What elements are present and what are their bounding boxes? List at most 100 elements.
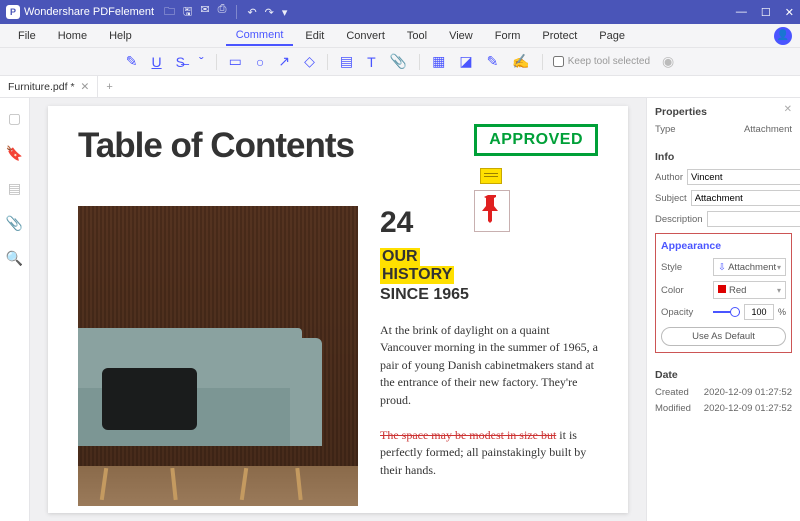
redo-icon[interactable]: ↷ bbox=[265, 6, 274, 19]
panel-close-icon[interactable]: ✕ bbox=[784, 104, 792, 115]
arrow-icon[interactable]: ↗ bbox=[276, 51, 292, 72]
menu-file[interactable]: File bbox=[8, 27, 46, 45]
hide-icon[interactable]: ◉ bbox=[660, 51, 676, 72]
textbox-icon[interactable]: T bbox=[365, 52, 378, 72]
divider bbox=[236, 5, 237, 19]
main-area: ▢ 🔖 ▤ 📎 🔍 Table of Contents APPROVED bbox=[0, 98, 800, 521]
minimize-icon[interactable]: — bbox=[736, 6, 747, 19]
logo-icon: P bbox=[6, 5, 20, 19]
paragraph-2: The space may be modest in size but it i… bbox=[380, 427, 598, 479]
close-icon[interactable]: ✕ bbox=[785, 6, 794, 19]
use-as-default-button[interactable]: Use As Default bbox=[661, 327, 786, 346]
cloud-icon[interactable]: ◇ bbox=[302, 51, 317, 72]
modified-label: Modified bbox=[655, 403, 691, 414]
rect-icon[interactable]: ▭ bbox=[227, 51, 244, 72]
app-name: Wondershare PDFelement bbox=[24, 6, 154, 18]
color-label: Color bbox=[661, 285, 709, 296]
menu-tool[interactable]: Tool bbox=[397, 27, 437, 45]
app-logo: P Wondershare PDFelement bbox=[6, 5, 164, 19]
style-label: Style bbox=[661, 262, 709, 273]
keep-tool-selected[interactable]: Keep tool selected bbox=[553, 56, 650, 67]
sticky-note-annotation[interactable] bbox=[480, 168, 502, 184]
highlight-icon[interactable]: ✎ bbox=[124, 51, 140, 72]
text-column: 24 OUR HISTORY SINCE 1965 At the brink o… bbox=[380, 206, 598, 506]
attachment-annotation[interactable] bbox=[474, 190, 510, 232]
attach-icon[interactable]: 📎 bbox=[388, 51, 409, 72]
note-icon[interactable]: ▤ bbox=[338, 51, 355, 72]
bookmarks-icon[interactable]: 🔖 bbox=[6, 145, 23, 162]
menu-help[interactable]: Help bbox=[99, 27, 142, 45]
furniture-photo bbox=[78, 206, 358, 506]
menu-form[interactable]: Form bbox=[485, 27, 531, 45]
stamp-icon[interactable]: ▦ bbox=[430, 51, 447, 72]
approved-stamp[interactable]: APPROVED bbox=[474, 124, 598, 156]
window-controls: — ☐ ✕ bbox=[736, 6, 794, 19]
maximize-icon[interactable]: ☐ bbox=[761, 6, 771, 19]
tab-furniture[interactable]: Furniture.pdf * ✕ bbox=[0, 76, 98, 97]
left-sidebar: ▢ 🔖 ▤ 📎 🔍 bbox=[0, 98, 30, 521]
properties-panel: ✕ Properties Type Attachment Info Author… bbox=[646, 98, 800, 521]
keep-tool-checkbox[interactable] bbox=[553, 56, 564, 67]
style-select[interactable]: ⇩ Attachment ▾ bbox=[713, 258, 786, 276]
eraser-icon[interactable]: ◪ bbox=[457, 51, 474, 72]
document-canvas[interactable]: Table of Contents APPROVED bbox=[30, 98, 646, 521]
pencil-icon[interactable]: ✎ bbox=[485, 51, 501, 72]
appearance-header: Appearance bbox=[661, 240, 786, 252]
chevron-down-icon: ▾ bbox=[777, 263, 781, 272]
menu-home[interactable]: Home bbox=[48, 27, 97, 45]
pin-icon bbox=[482, 193, 502, 223]
opacity-slider[interactable] bbox=[713, 306, 740, 318]
subject-label: Subject bbox=[655, 193, 687, 204]
menu-convert[interactable]: Convert bbox=[336, 27, 395, 45]
appearance-section: Appearance Style ⇩ Attachment ▾ Color Re… bbox=[655, 233, 792, 353]
menu-view[interactable]: View bbox=[439, 27, 483, 45]
undo-icon[interactable]: ↶ bbox=[247, 6, 256, 19]
tab-close-icon[interactable]: ✕ bbox=[81, 81, 90, 93]
paragraph-1: At the brink of daylight on a quaint Van… bbox=[380, 322, 598, 409]
author-label: Author bbox=[655, 172, 683, 183]
menu-comment[interactable]: Comment bbox=[226, 26, 294, 46]
type-value: Attachment bbox=[707, 124, 792, 135]
thumbnails-icon[interactable]: ▢ bbox=[8, 110, 21, 127]
quick-access: 🗀 🖫 ✉ ⎙ bbox=[164, 3, 226, 22]
description-field[interactable] bbox=[707, 211, 800, 227]
underline-icon[interactable]: U bbox=[150, 52, 164, 72]
pdf-page: Table of Contents APPROVED bbox=[48, 106, 628, 513]
menu-edit[interactable]: Edit bbox=[295, 27, 334, 45]
dropdown-icon[interactable]: ▾ bbox=[282, 6, 288, 19]
mail-icon[interactable]: ✉ bbox=[200, 3, 209, 22]
strikethrough-icon[interactable]: S̶ bbox=[174, 52, 187, 72]
caret-icon[interactable]: ˇ bbox=[197, 52, 206, 72]
comment-toolbar: ✎ U S̶ ˇ ▭ ○ ↗ ◇ ▤ T 📎 ▦ ◪ ✎ ✍ Keep tool… bbox=[0, 48, 800, 76]
save-icon[interactable]: 🖫 bbox=[183, 3, 192, 22]
opacity-field[interactable] bbox=[744, 304, 774, 320]
keep-tool-label: Keep tool selected bbox=[568, 56, 650, 67]
attachments-icon[interactable]: 📎 bbox=[6, 215, 23, 232]
tab-add-icon[interactable]: + bbox=[98, 81, 120, 93]
menubar: File Home Help Comment Edit Convert Tool… bbox=[0, 24, 800, 48]
date-header: Date bbox=[655, 369, 792, 381]
menu-protect[interactable]: Protect bbox=[532, 27, 587, 45]
sign-icon[interactable]: ✍ bbox=[510, 51, 531, 72]
chevron-down-icon: ▾ bbox=[777, 286, 781, 295]
created-label: Created bbox=[655, 387, 689, 398]
color-select[interactable]: Red ▾ bbox=[713, 281, 786, 299]
highlight-our: OUR bbox=[380, 248, 420, 266]
user-avatar[interactable]: 👤 bbox=[774, 27, 792, 45]
opacity-label: Opacity bbox=[661, 307, 709, 318]
open-icon[interactable]: 🗀 bbox=[164, 3, 175, 22]
info-header: Info bbox=[655, 151, 792, 163]
since-text: SINCE 1965 bbox=[380, 286, 598, 304]
search-icon[interactable]: 🔍 bbox=[6, 250, 23, 267]
modified-value: 2020-12-09 01:27:52 bbox=[704, 403, 792, 414]
properties-header: Properties bbox=[655, 106, 792, 118]
author-field[interactable] bbox=[687, 169, 800, 185]
comments-icon[interactable]: ▤ bbox=[8, 180, 21, 197]
titlebar: P Wondershare PDFelement 🗀 🖫 ✉ ⎙ ↶ ↷ ▾ —… bbox=[0, 0, 800, 24]
menu-page[interactable]: Page bbox=[589, 27, 635, 45]
tab-label: Furniture.pdf * bbox=[8, 81, 75, 93]
undo-redo: ↶ ↷ ▾ bbox=[247, 6, 287, 19]
subject-field[interactable] bbox=[691, 190, 800, 206]
print-icon[interactable]: ⎙ bbox=[218, 3, 227, 22]
oval-icon[interactable]: ○ bbox=[254, 52, 266, 72]
